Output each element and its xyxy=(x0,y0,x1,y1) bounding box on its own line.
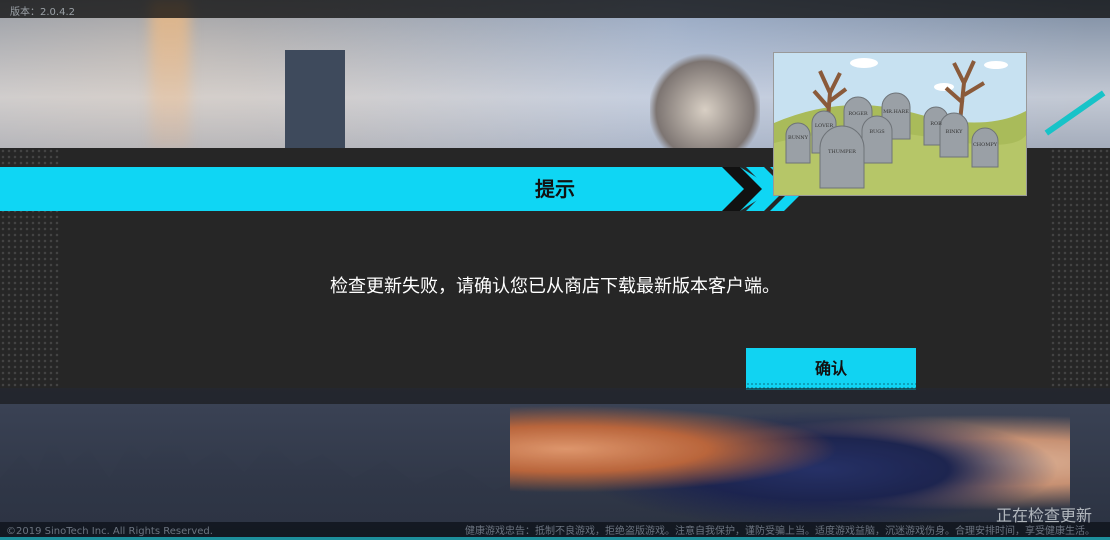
svg-text:BUNNY: BUNNY xyxy=(788,135,809,141)
top-bar: 版本：2.0.4.2 xyxy=(0,0,1110,18)
svg-text:LOVER: LOVER xyxy=(815,123,834,129)
confirm-button[interactable]: 确认 xyxy=(746,348,916,390)
update-status-text: 正在检查更新 xyxy=(995,506,1092,525)
svg-text:BINKY: BINKY xyxy=(946,129,964,135)
dialog-shadow xyxy=(0,388,1110,404)
background-tower xyxy=(285,50,345,150)
svg-text:CHOMPY: CHOMPY xyxy=(973,142,998,148)
background-character-bottom xyxy=(510,395,1070,530)
svg-text:ROGER: ROGER xyxy=(848,111,868,117)
background-character-top xyxy=(650,50,760,150)
svg-text:ROB: ROB xyxy=(930,121,942,127)
copyright-text: ©2019 SinoTech Inc. All Rights Reserved. xyxy=(6,526,213,537)
dialog-message: 检查更新失败，请确认您已从商店下载最新版本客户端。 xyxy=(330,276,780,297)
svg-text:BUGS: BUGS xyxy=(869,129,885,135)
meme-graveyard-image: BUNNY LOVER ROGER MR.HARE BUGS THUMPER R… xyxy=(773,52,1027,196)
svg-text:MR.HARE: MR.HARE xyxy=(883,109,909,115)
svg-text:THUMPER: THUMPER xyxy=(828,149,856,155)
background-light-beam xyxy=(150,0,190,150)
version-label: 版本：2.0.4.2 xyxy=(10,7,75,18)
